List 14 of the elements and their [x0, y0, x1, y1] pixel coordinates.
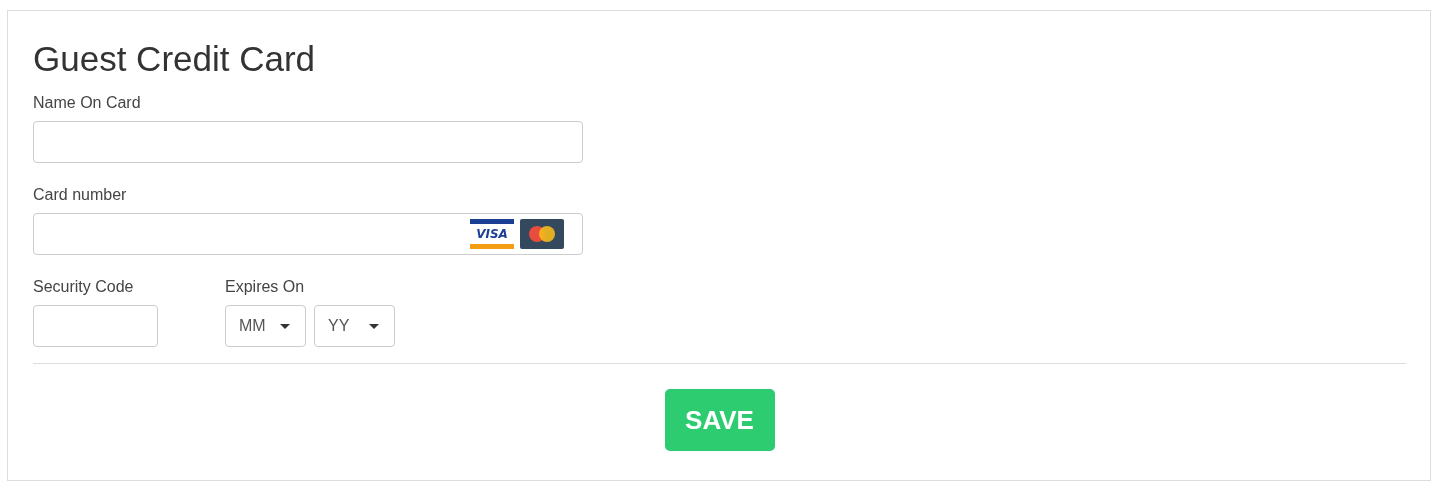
- card-number-field[interactable]: VISA: [33, 213, 583, 255]
- field-label: Name On Card: [33, 93, 141, 113]
- mastercard-logo: [520, 219, 564, 249]
- caret-icon: [280, 323, 290, 329]
- name-input-field[interactable]: [33, 121, 583, 163]
- field-label: Security Code: [33, 277, 134, 297]
- field-label: Expires On: [225, 277, 305, 297]
- visa-logo: VISA: [470, 219, 514, 249]
- caret-icon: [369, 323, 379, 329]
- form-title: Guest Credit Card: [33, 39, 316, 79]
- field-label: Card number: [33, 185, 127, 205]
- security-code-field[interactable]: [33, 305, 158, 347]
- dropdown[interactable]: MM: [225, 305, 306, 347]
- dropdown[interactable]: YY: [314, 305, 395, 347]
